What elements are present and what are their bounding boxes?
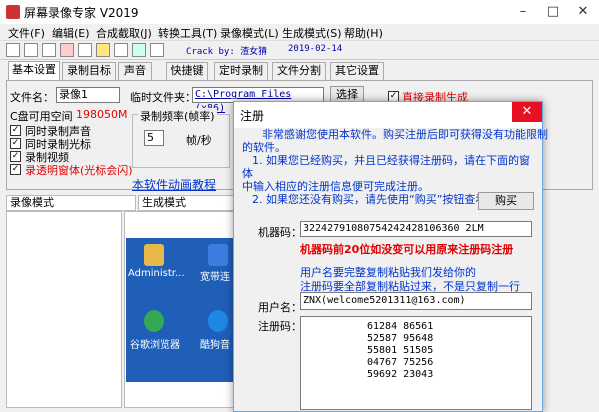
dialog-title-bar: 注册 ✕	[234, 102, 542, 128]
record-audio-checkbox[interactable]: ✓	[10, 125, 21, 136]
disk-space-label: C盘可用空间	[10, 110, 73, 123]
desktop-icon-label: 谷歌浏览器	[130, 340, 180, 351]
tab-hotkey[interactable]: 快捷键	[166, 62, 208, 80]
machine-code-note: 机器码前20位如没变可以用原来注册码注册	[300, 243, 514, 256]
regcode-line: 59692 23043	[367, 369, 434, 380]
window-title: 屏幕录像专家 V2019	[24, 6, 139, 20]
desktop-icon-label: 宽带连	[200, 272, 230, 283]
username-input[interactable]: ZNX(welcome5201311@163.com)	[300, 292, 532, 310]
tab-record-target[interactable]: 录制目标	[62, 62, 116, 80]
record-mode-list[interactable]	[6, 211, 122, 408]
broadband-icon[interactable]	[208, 244, 228, 266]
menu-compose[interactable]: 合成截取(J)	[96, 25, 152, 41]
filename-input[interactable]: 录像1	[56, 87, 120, 103]
buy-button[interactable]: 购买	[478, 192, 534, 210]
menu-edit[interactable]: 编辑(E)	[52, 25, 90, 41]
maximize-button[interactable]: □	[538, 0, 568, 24]
crack-text: Crack by: 渣女猜	[186, 47, 268, 57]
regcode-line: 04767 75256	[367, 357, 434, 368]
new-icon[interactable]	[6, 43, 20, 57]
toolbar: Crack by: 渣女猜 2019-02-14	[0, 40, 599, 60]
save-icon[interactable]	[42, 43, 56, 57]
app-icon	[6, 5, 20, 19]
record-mode-header: 录像模式	[6, 195, 136, 211]
minimize-button[interactable]: –	[508, 0, 538, 24]
tab-other[interactable]: 其它设置	[330, 62, 384, 80]
kugou-icon[interactable]	[208, 310, 228, 332]
generate-mode-header: 生成模式	[138, 195, 238, 211]
play-icon[interactable]	[132, 43, 146, 57]
menu-generate-mode[interactable]: 生成模式(S)	[282, 25, 342, 41]
machine-code-input[interactable]: 32242791080754242428106360 2LM	[300, 221, 532, 237]
tab-split[interactable]: 文件分割	[272, 62, 326, 80]
tempdir-label: 临时文件夹：	[130, 91, 196, 104]
date-text: 2019-02-14	[288, 44, 343, 54]
fps-input[interactable]: 5	[144, 130, 164, 146]
regcode-line: 55801 51505	[367, 345, 434, 356]
transparent-checkbox[interactable]: ✓	[10, 164, 21, 175]
open-icon[interactable]	[24, 43, 38, 57]
tab-schedule[interactable]: 定时录制	[214, 62, 268, 80]
desktop-icon-label: 酷狗音	[200, 340, 230, 351]
disk-space-value: 198050M	[76, 108, 128, 121]
desktop-preview: Administr... 宽带连 谷歌浏览器 酷狗音	[126, 238, 236, 382]
machine-code-label: 机器码：	[258, 226, 302, 239]
record-icon[interactable]	[60, 43, 74, 57]
menu-file[interactable]: 文件(F)	[8, 25, 45, 41]
filename-label: 文件名：	[10, 91, 54, 104]
tutorial-link[interactable]: 本软件动画教程	[132, 176, 216, 193]
regcode-textarea[interactable]: 61284 86561 52587 95648 55801 51505 0476…	[300, 316, 532, 410]
desktop-icon-label: Administr...	[128, 268, 185, 279]
regcode-label: 注册码：	[258, 320, 302, 333]
username-label: 用户名：	[258, 301, 302, 314]
settings-icon[interactable]	[114, 43, 128, 57]
regcode-line: 61284 86561	[367, 321, 434, 332]
record-video-checkbox[interactable]: ✓	[10, 151, 21, 162]
tab-basic[interactable]: 基本设置	[8, 61, 60, 81]
menu-bar: 文件(F) 编辑(E) 合成截取(J) 转换工具(T) 录像模式(L) 生成模式…	[0, 24, 599, 40]
menu-record-mode[interactable]: 录像模式(L)	[220, 25, 279, 41]
menu-help[interactable]: 帮助(H)	[344, 25, 383, 41]
regcode-line: 52587 95648	[367, 333, 434, 344]
help-icon[interactable]	[150, 43, 164, 57]
stop-icon[interactable]	[78, 43, 92, 57]
user-folder-icon[interactable]	[144, 244, 164, 266]
transparent-label: 录透明窗体(光标会闪)	[25, 164, 133, 177]
intro-line-3: 1. 如果您已经购买，并且已经获得注册码，请在下面的窗	[252, 154, 530, 167]
title-bar: 屏幕录像专家 V2019 – □ ✕	[0, 0, 599, 24]
tab-audio[interactable]: 声音	[118, 62, 152, 80]
dialog-close-button[interactable]: ✕	[512, 102, 542, 122]
intro-line-1: 非常感谢您使用本软件。购买注册后即可获得没有功能限制	[262, 128, 548, 141]
fps-unit: 帧/秒	[186, 134, 212, 147]
menu-convert[interactable]: 转换工具(T)	[158, 25, 217, 41]
close-button[interactable]: ✕	[568, 0, 598, 24]
pen-icon[interactable]	[96, 43, 110, 57]
dialog-title: 注册	[240, 109, 265, 123]
register-dialog: 注册 ✕ 非常感谢您使用本软件。购买注册后即可获得没有功能限制 的软件。 1. …	[233, 101, 548, 412]
chrome-icon[interactable]	[144, 310, 164, 332]
record-cursor-checkbox[interactable]: ✓	[10, 138, 21, 149]
fps-group-label: 录制频率(帧率)	[138, 108, 217, 124]
